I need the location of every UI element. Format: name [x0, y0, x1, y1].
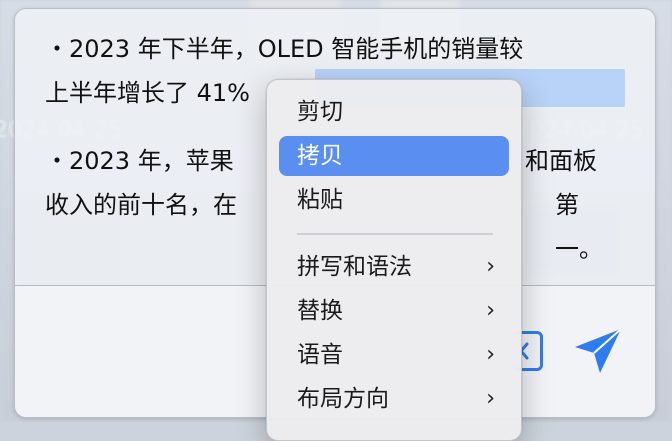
menu-item-copy[interactable]: 拷贝 — [279, 136, 509, 176]
menu-item-paste[interactable]: 粘贴 — [279, 180, 509, 220]
message-line: ・2023 年下半年，OLED 智能手机的销量较 — [45, 35, 524, 63]
menu-item-spelling-grammar[interactable]: 拼写和语法 › — [279, 247, 509, 287]
message-line-tail: 和面板 — [525, 147, 597, 175]
menu-item-label: 语音 — [297, 342, 343, 368]
menu-item-cut[interactable]: 剪切 — [279, 92, 509, 132]
message-line: 收入的前十名，在 — [45, 191, 237, 219]
menu-item-label: 替换 — [297, 298, 343, 324]
menu-separator — [297, 233, 493, 235]
menu-item-substitutions[interactable]: 替换 › — [279, 291, 509, 331]
context-menu: 剪切 拷贝 粘贴 拼写和语法 › 替换 › 语音 › 布局方向 › — [266, 79, 522, 441]
chevron-right-icon: › — [486, 386, 495, 411]
message-line: ・2023 年，苹果 — [45, 147, 234, 175]
send-icon[interactable] — [571, 325, 625, 379]
menu-item-label: 剪切 — [297, 99, 343, 125]
menu-item-label: 拼写和语法 — [297, 254, 412, 280]
chevron-right-icon: › — [486, 342, 495, 367]
menu-item-speech[interactable]: 语音 › — [279, 335, 509, 375]
chevron-right-icon: › — [486, 298, 495, 323]
menu-item-label: 布局方向 — [297, 386, 389, 412]
chevron-right-icon: › — [486, 254, 495, 279]
menu-item-label: 粘贴 — [297, 187, 343, 213]
message-line-tail: 第一。 — [555, 191, 603, 263]
menu-item-layout-direction[interactable]: 布局方向 › — [279, 379, 509, 419]
menu-item-label: 拷贝 — [297, 143, 343, 169]
